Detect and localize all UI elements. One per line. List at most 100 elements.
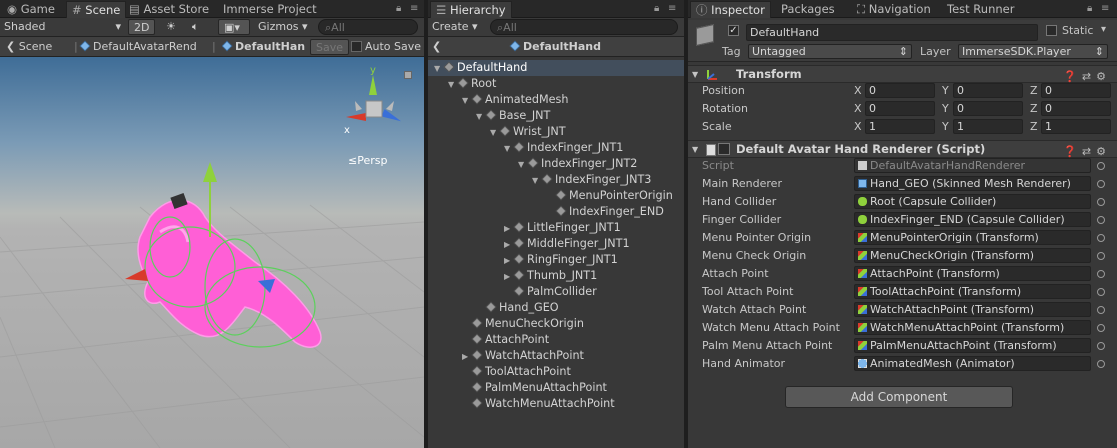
object-reference-field[interactable]: ToolAttachPoint (Transform) xyxy=(854,284,1091,299)
tab-inspector[interactable]: ⓘ Inspector xyxy=(690,1,771,18)
expand-arrow-icon[interactable]: ▼ xyxy=(434,61,444,77)
orientation-gizmo[interactable] xyxy=(346,75,403,125)
object-picker-icon[interactable] xyxy=(1097,162,1105,170)
create-dropdown[interactable]: Create ▾ xyxy=(432,19,478,35)
hierarchy-item[interactable]: ▶ RingFinger_JNT1 xyxy=(428,252,684,268)
expand-arrow-icon[interactable]: ▼ xyxy=(448,77,458,93)
object-reference-field[interactable]: WatchAttachPoint (Transform) xyxy=(854,302,1091,317)
expand-arrow-icon[interactable]: ▼ xyxy=(518,157,528,173)
transform-x-field[interactable]: 0 xyxy=(865,83,935,98)
tab-navigation[interactable]: ⛶ Navigation xyxy=(852,1,936,18)
object-picker-icon[interactable] xyxy=(1097,216,1105,224)
object-reference-field[interactable]: WatchMenuAttachPoint (Transform) xyxy=(854,320,1091,335)
object-reference-field[interactable]: Hand_GEO (Skinned Mesh Renderer) xyxy=(854,176,1091,191)
transform-z-field[interactable]: 0 xyxy=(1041,83,1111,98)
tab-asset-store[interactable]: ▤ Asset Store xyxy=(124,1,214,18)
object-picker-icon[interactable] xyxy=(1097,360,1105,368)
audio-toggle-icon[interactable]: 🔈︎ xyxy=(192,19,199,35)
expand-arrow-icon[interactable]: ▼ xyxy=(490,125,500,141)
hierarchy-item[interactable]: ▼ Root xyxy=(428,76,684,92)
hierarchy-item[interactable]: PalmCollider xyxy=(428,284,684,300)
add-component-button[interactable]: Add Component xyxy=(785,386,1013,408)
lighting-toggle-icon[interactable]: ☀ xyxy=(166,19,176,35)
object-picker-icon[interactable] xyxy=(1097,252,1105,260)
shading-dropdown[interactable]: Shaded ▾ xyxy=(4,19,124,35)
hierarchy-item[interactable]: ToolAttachPoint xyxy=(428,364,684,380)
tab-hierarchy[interactable]: ☰ Hierarchy xyxy=(430,1,512,18)
layer-dropdown[interactable]: ImmerseSDK.Player ⇕ xyxy=(958,44,1108,59)
collapse-arrow-icon[interactable]: ▶ xyxy=(504,221,514,237)
mode-2d-button[interactable]: 2D xyxy=(128,19,156,35)
object-picker-icon[interactable] xyxy=(1097,270,1105,278)
transform-z-field[interactable]: 0 xyxy=(1041,101,1111,116)
object-reference-field[interactable]: AttachPoint (Transform) xyxy=(854,266,1091,281)
object-picker-icon[interactable] xyxy=(1097,198,1105,206)
breadcrumb-scene[interactable]: ❮ Scene xyxy=(6,39,52,55)
gizmos-dropdown[interactable]: Gizmos ▾ xyxy=(258,19,308,35)
object-name-field[interactable]: DefaultHand xyxy=(746,24,1038,41)
hierarchy-item[interactable]: MenuPointerOrigin xyxy=(428,188,684,204)
transform-y-field[interactable]: 1 xyxy=(953,119,1023,134)
axis-label-x[interactable]: X xyxy=(854,82,862,100)
fold-arrow-icon[interactable]: ▼ xyxy=(692,66,698,83)
inspector-menu-icon[interactable]: ≡ xyxy=(1101,3,1109,14)
object-reference-field[interactable]: PalmMenuAttachPoint (Transform) xyxy=(854,338,1091,353)
hierarchy-item[interactable]: ▶ MiddleFinger_JNT1 xyxy=(428,236,684,252)
hierarchy-item[interactable]: ▼ Wrist_JNT xyxy=(428,124,684,140)
tab-scene[interactable]: # Scene xyxy=(66,1,127,18)
persp-label[interactable]: ≤Persp xyxy=(348,154,387,167)
transform-x-field[interactable]: 1 xyxy=(865,119,935,134)
hierarchy-item[interactable]: PalmMenuAttachPoint xyxy=(428,380,684,396)
static-checkbox[interactable] xyxy=(1046,25,1057,36)
object-reference-field[interactable]: MenuCheckOrigin (Transform) xyxy=(854,248,1091,263)
axis-label-y[interactable]: Y xyxy=(942,118,949,136)
object-picker-icon[interactable] xyxy=(1097,306,1105,314)
axis-label-x[interactable]: X xyxy=(854,100,862,118)
hierarchy-item[interactable]: WatchMenuAttachPoint xyxy=(428,396,684,412)
static-dropdown-icon[interactable]: ▾ xyxy=(1101,24,1106,35)
hierarchy-item[interactable]: IndexFinger_END xyxy=(428,204,684,220)
hierarchy-item[interactable]: Hand_GEO xyxy=(428,300,684,316)
axis-label-z[interactable]: Z xyxy=(1030,100,1038,118)
axis-label-y[interactable]: Y xyxy=(942,100,949,118)
object-picker-icon[interactable] xyxy=(1097,324,1105,332)
hierarchy-item[interactable]: ▶ LittleFinger_JNT1 xyxy=(428,220,684,236)
expand-arrow-icon[interactable]: ▼ xyxy=(532,173,542,189)
collapse-arrow-icon[interactable]: ▶ xyxy=(504,269,514,285)
expand-arrow-icon[interactable]: ▼ xyxy=(476,109,486,125)
transform-z-field[interactable]: 1 xyxy=(1041,119,1111,134)
script-component-header[interactable]: ▼ Default Avatar Hand Renderer (Script) … xyxy=(688,140,1117,158)
gizmo-lock-icon[interactable] xyxy=(404,71,412,79)
tab-game[interactable]: ◉ Game xyxy=(2,1,60,18)
hierarchy-item[interactable]: ▼ IndexFinger_JNT1 xyxy=(428,140,684,156)
scene-search-input[interactable]: ⌕All xyxy=(318,19,418,35)
tab-packages[interactable]: Packages xyxy=(776,1,840,18)
collapse-arrow-icon[interactable]: ▶ xyxy=(504,237,514,253)
object-reference-field[interactable]: MenuPointerOrigin (Transform) xyxy=(854,230,1091,245)
expand-arrow-icon[interactable]: ▼ xyxy=(462,93,472,109)
object-reference-field[interactable]: Root (Capsule Collider) xyxy=(854,194,1091,209)
transform-y-field[interactable]: 0 xyxy=(953,83,1023,98)
axis-label-z[interactable]: Z xyxy=(1030,82,1038,100)
object-picker-icon[interactable] xyxy=(1097,342,1105,350)
hierarchy-item[interactable]: ▶ Thumb_JNT1 xyxy=(428,268,684,284)
transform-x-field[interactable]: 0 xyxy=(865,101,935,116)
breadcrumb-default-hand[interactable]: DefaultHan xyxy=(222,39,306,55)
hierarchy-item[interactable]: ▼ IndexFinger_JNT3 xyxy=(428,172,684,188)
hierarchy-item[interactable]: ▼ DefaultHand xyxy=(428,60,684,76)
tag-dropdown[interactable]: Untagged ⇕ xyxy=(748,44,912,59)
hierarchy-item[interactable]: ▼ Base_JNT xyxy=(428,108,684,124)
object-reference-field[interactable]: AnimatedMesh (Animator) xyxy=(854,356,1091,371)
save-button[interactable]: Save xyxy=(310,39,350,55)
tab-test-runner[interactable]: Test Runner xyxy=(942,1,1019,18)
object-picker-icon[interactable] xyxy=(1097,288,1105,296)
hierarchy-lock-icon[interactable]: 🔒︎ xyxy=(654,3,659,14)
auto-save-toggle[interactable]: Auto Save xyxy=(351,39,421,55)
collapse-arrow-icon[interactable]: ▶ xyxy=(504,253,514,269)
hierarchy-item[interactable]: AttachPoint xyxy=(428,332,684,348)
inspector-lock-icon[interactable]: 🔒︎ xyxy=(1087,3,1092,14)
axis-label-y[interactable]: Y xyxy=(942,82,949,100)
transform-header[interactable]: ▼ Transform ❓⇄⚙ xyxy=(688,65,1117,83)
expand-arrow-icon[interactable]: ▼ xyxy=(504,141,514,157)
hierarchy-item[interactable]: ▼ IndexFinger_JNT2 xyxy=(428,156,684,172)
